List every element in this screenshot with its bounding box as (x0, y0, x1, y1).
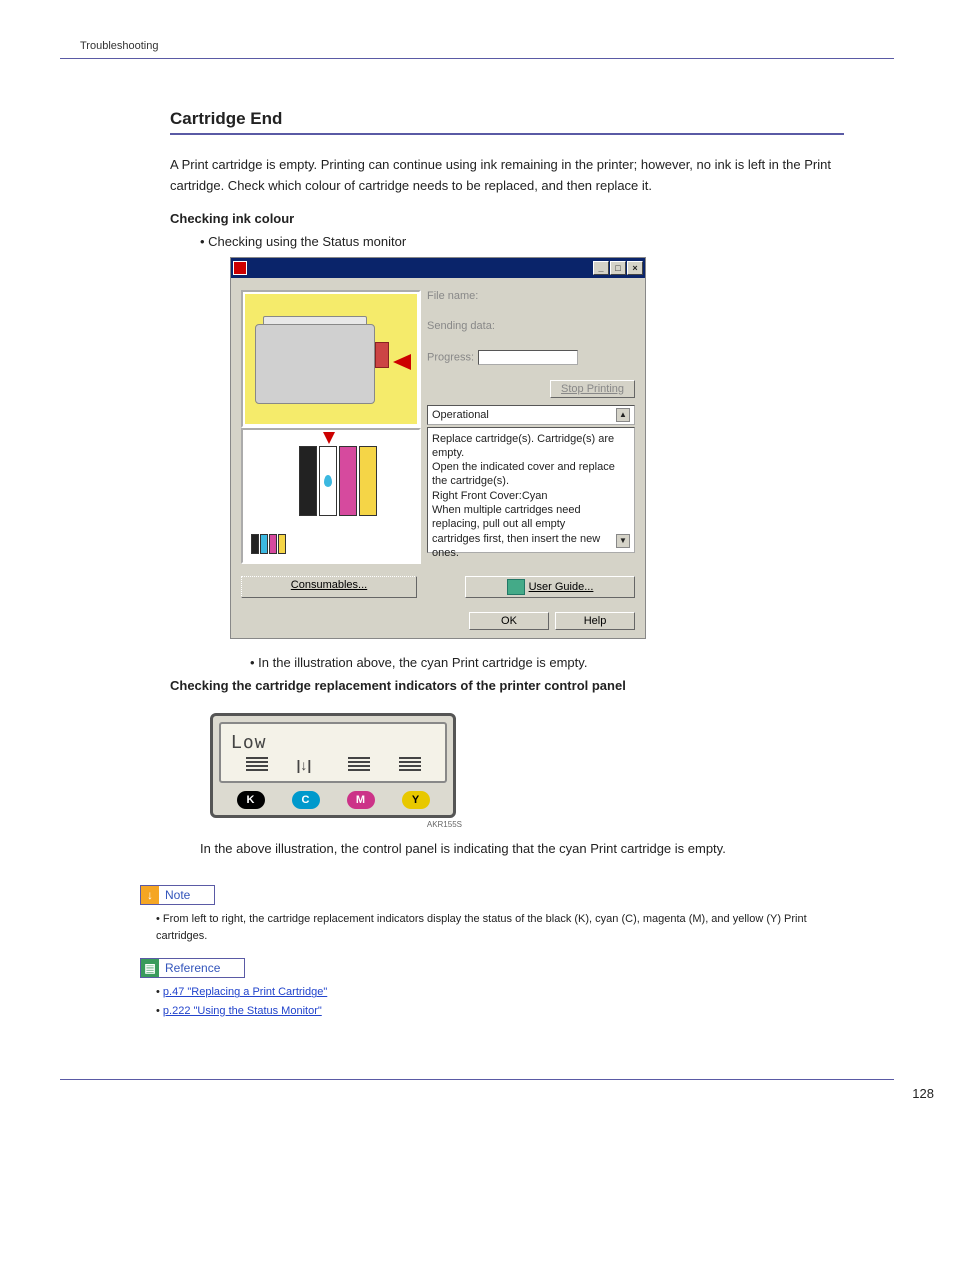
reference-link-1: p.47 "Replacing a Print Cartridge" (156, 984, 844, 1001)
caption-cyan-empty: In the illustration above, the cyan Prin… (250, 655, 844, 670)
down-arrow-icon (323, 432, 335, 444)
message-box: Replace cartridge(s). Cartridge(s) are e… (427, 427, 635, 553)
status-monitor-screenshot: _ □ × (230, 257, 844, 639)
bullet-status-monitor: Checking using the Status monitor (200, 234, 844, 249)
cartridge-cyan-empty (319, 446, 337, 516)
stop-printing-button[interactable]: Stop Printing (550, 380, 635, 398)
maximize-icon[interactable]: □ (610, 261, 626, 275)
pill-c: C (292, 791, 320, 809)
scroll-up-icon[interactable]: ▲ (616, 408, 630, 422)
intro-text: A Print cartridge is empty. Printing can… (170, 155, 844, 197)
subheading-ink-colour: Checking ink colour (170, 211, 844, 226)
titlebar: _ □ × (231, 258, 645, 278)
sending-data-label: Sending data: (427, 320, 635, 332)
pill-m: M (347, 791, 375, 809)
cartridge-magenta (339, 446, 357, 516)
reference-callout: ▤ Reference (140, 958, 245, 978)
pill-k: K (237, 791, 265, 809)
caption-control-panel: In the above illustration, the control p… (200, 839, 844, 860)
lcd-icon-m (348, 757, 370, 773)
note-arrow-icon: ↓ (141, 886, 159, 904)
pill-y: Y (402, 791, 430, 809)
note-callout: ↓ Note (140, 885, 215, 905)
header-rule (60, 58, 894, 59)
lcd-icon-k (246, 757, 268, 773)
note-text: From left to right, the cartridge replac… (156, 911, 844, 944)
page-number: 128 (60, 1086, 934, 1101)
ok-button[interactable]: OK (469, 612, 549, 630)
page-header-section: Troubleshooting (80, 40, 894, 52)
progress-label: Progress: (427, 350, 635, 365)
cartridge-legend (251, 534, 286, 554)
user-guide-button[interactable]: User Guide... (465, 576, 635, 598)
figure-code: AKR155S (210, 820, 462, 829)
file-name-label: File name: (427, 290, 635, 302)
reference-icon: ▤ (141, 959, 159, 977)
book-icon (507, 579, 525, 595)
status-dialog: _ □ × (230, 257, 646, 639)
cartridge-black (299, 446, 317, 516)
scroll-down-icon[interactable]: ▼ (616, 534, 630, 548)
help-button[interactable]: Help (555, 612, 635, 630)
cartridge-yellow (359, 446, 377, 516)
cartridge-illustration (241, 428, 421, 564)
consumables-button[interactable]: Consumables... (241, 576, 417, 598)
ref-link-replacing[interactable]: p.47 "Replacing a Print Cartridge" (163, 986, 327, 998)
lcd-icon-y (399, 757, 421, 773)
printer-illustration (241, 290, 421, 428)
app-icon (233, 261, 247, 275)
minimize-icon[interactable]: _ (593, 261, 609, 275)
lcd-low-text: Low (231, 732, 435, 753)
window-controls: _ □ × (593, 261, 643, 275)
close-icon[interactable]: × (627, 261, 643, 275)
reference-link-2: p.222 "Using the Status Monitor" (156, 1003, 844, 1020)
status-field: Operational ▲ (427, 405, 635, 425)
control-panel-illustration: Low K C M Y AKR155S (210, 713, 844, 829)
section-title: Cartridge End (170, 109, 844, 129)
ref-link-status-monitor[interactable]: p.222 "Using the Status Monitor" (163, 1005, 322, 1017)
progress-bar (478, 350, 578, 365)
footer-rule (60, 1079, 894, 1080)
lcd-icon-c-empty (297, 757, 319, 773)
section-rule (170, 133, 844, 135)
page-content: Cartridge End A Print cartridge is empty… (170, 109, 844, 859)
subheading-control-panel: Checking the cartridge replacement indic… (170, 678, 844, 693)
arrow-icon (393, 354, 411, 370)
